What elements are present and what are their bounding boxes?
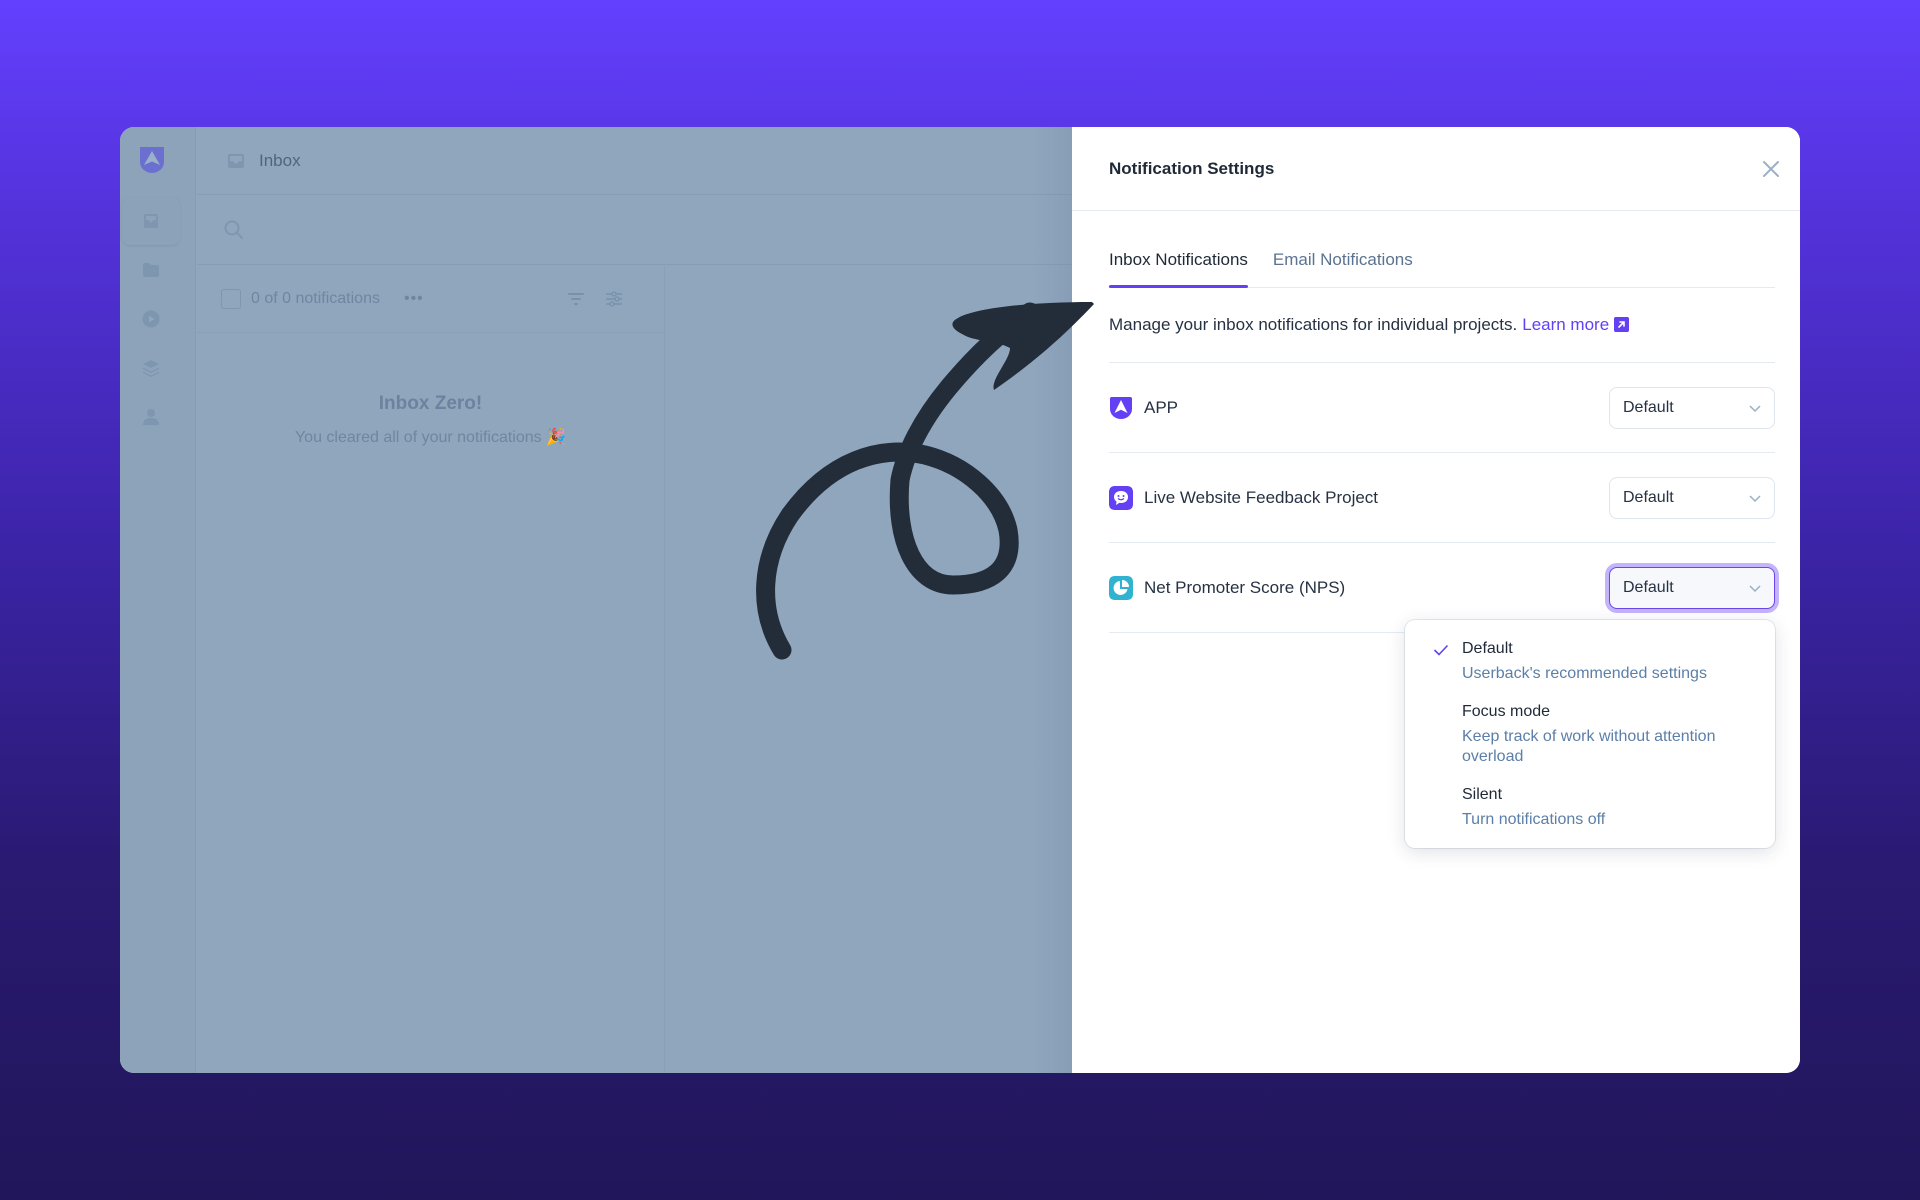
pie-chart-icon bbox=[1109, 575, 1133, 600]
notification-level-select[interactable]: Default bbox=[1609, 567, 1775, 609]
sidebar-item-recordings[interactable] bbox=[141, 309, 161, 329]
search-icon bbox=[224, 220, 243, 239]
notification-count: 0 of 0 notifications bbox=[251, 290, 380, 307]
page-title: Inbox bbox=[259, 150, 301, 170]
notification-level-select[interactable]: Default bbox=[1609, 387, 1775, 429]
chevron-down-icon bbox=[1749, 585, 1761, 593]
select-value: Default bbox=[1623, 489, 1674, 506]
project-name: APP bbox=[1144, 397, 1179, 417]
panel-shadow bbox=[1032, 127, 1072, 1073]
external-link-icon bbox=[1614, 317, 1630, 332]
search-bar[interactable] bbox=[197, 196, 1072, 265]
learn-more-label: Learn more bbox=[1522, 315, 1610, 334]
sidebar-item-account[interactable] bbox=[141, 407, 161, 427]
notification-level-select[interactable]: Default bbox=[1609, 477, 1775, 519]
settings-sliders-icon[interactable] bbox=[605, 290, 623, 308]
option-description: Keep track of work without attention ove… bbox=[1462, 728, 1716, 765]
panel-header: Notification Settings bbox=[1072, 127, 1800, 211]
empty-state-subtitle: You cleared all of your notifications 🎉 bbox=[294, 429, 567, 446]
chevron-down-icon bbox=[1749, 495, 1761, 503]
notification-list: 0 of 0 notifications ••• Inbox Zero! You… bbox=[197, 266, 665, 1073]
dropdown-option-default[interactable]: Default Userback's recommended settings bbox=[1462, 640, 1762, 684]
project-name: Live Website Feedback Project bbox=[1144, 487, 1379, 507]
option-description: Userback's recommended settings bbox=[1462, 665, 1707, 682]
sidebar-item-layers[interactable] bbox=[141, 358, 161, 378]
select-value: Default bbox=[1623, 579, 1674, 596]
description-text: Manage your inbox notifications for indi… bbox=[1109, 315, 1518, 334]
app-sidebar bbox=[120, 127, 196, 1073]
more-options-button[interactable]: ••• bbox=[404, 290, 424, 308]
tab-email-notifications[interactable]: Email Notifications bbox=[1273, 250, 1413, 287]
chevron-down-icon bbox=[1749, 405, 1761, 413]
inbox-icon bbox=[144, 214, 158, 228]
option-description: Turn notifications off bbox=[1462, 811, 1606, 828]
panel-title: Notification Settings bbox=[1109, 158, 1275, 178]
option-label: Default bbox=[1462, 640, 1513, 657]
select-value: Default bbox=[1623, 399, 1674, 416]
filter-icon[interactable] bbox=[567, 290, 585, 308]
notification-settings-panel: Notification Settings Inbox Notification… bbox=[1072, 127, 1800, 1073]
learn-more-link[interactable]: Learn more bbox=[1522, 315, 1630, 335]
app-window: Inbox 0 of 0 notifications ••• Inbox Zer… bbox=[120, 127, 1800, 1073]
dropdown-option-focus-mode[interactable]: Focus mode Keep track of work without at… bbox=[1462, 703, 1762, 767]
project-row: Live Website Feedback Project Default bbox=[1109, 453, 1775, 543]
app-logo-icon bbox=[140, 147, 164, 173]
notification-level-dropdown: Default Userback's recommended settings … bbox=[1405, 620, 1775, 848]
app-header: Inbox bbox=[197, 127, 1072, 195]
tab-inbox-notifications[interactable]: Inbox Notifications bbox=[1109, 250, 1248, 288]
settings-tabs: Inbox Notifications Email Notifications bbox=[1109, 211, 1775, 288]
check-icon bbox=[1433, 644, 1449, 656]
project-row: APP Default bbox=[1109, 363, 1775, 453]
close-icon[interactable] bbox=[1760, 158, 1782, 180]
app-background[interactable]: Inbox 0 of 0 notifications ••• Inbox Zer… bbox=[120, 127, 1072, 1073]
option-label: Focus mode bbox=[1462, 703, 1551, 720]
select-all-checkbox[interactable] bbox=[221, 289, 241, 309]
sidebar-item-projects[interactable] bbox=[141, 260, 161, 280]
description: Manage your inbox notifications for indi… bbox=[1109, 288, 1775, 363]
option-label: Silent bbox=[1462, 786, 1503, 803]
project-name: Net Promoter Score (NPS) bbox=[1144, 577, 1346, 597]
list-toolbar: 0 of 0 notifications ••• bbox=[197, 266, 664, 333]
inbox-icon bbox=[228, 153, 244, 168]
dropdown-option-silent[interactable]: Silent Turn notifications off bbox=[1462, 786, 1762, 830]
app-logo-icon bbox=[1110, 396, 1132, 419]
chat-bubble-icon bbox=[1109, 485, 1133, 510]
empty-state-title: Inbox Zero! bbox=[378, 393, 483, 414]
